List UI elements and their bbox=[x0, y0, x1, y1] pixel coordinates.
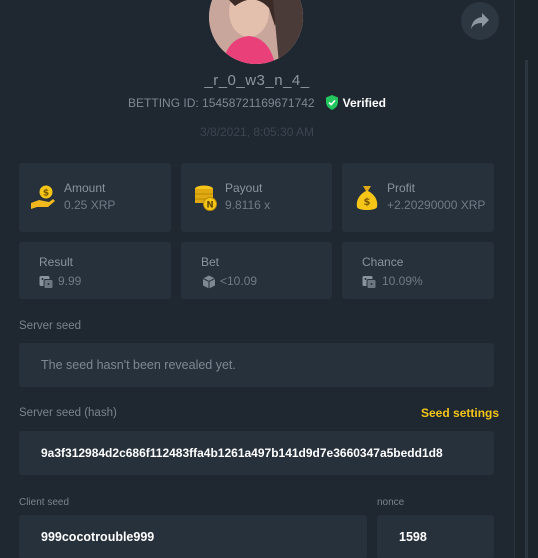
bet-label: Bet bbox=[201, 255, 220, 269]
verified-shield-icon bbox=[325, 95, 338, 110]
dice-icon bbox=[362, 276, 377, 289]
payout-label: Payout bbox=[225, 181, 263, 195]
server-seed-value: The seed hasn't been revealed yet. bbox=[41, 358, 236, 372]
server-seed-hash-value: 9a3f312984d2c686f112483ffa4b1261a497b141… bbox=[41, 446, 443, 460]
svg-text:N: N bbox=[206, 201, 213, 211]
server-seed-hash-label: Server seed (hash) bbox=[19, 407, 117, 419]
payout-value: 9.8116 x bbox=[225, 198, 271, 212]
cube-icon bbox=[202, 275, 216, 289]
profit-value: +2.20290000 XRP bbox=[387, 198, 486, 212]
username: _r_0_w3_n_4_ bbox=[204, 72, 310, 89]
server-seed-field: The seed hasn't been revealed yet. bbox=[19, 343, 494, 387]
server-seed-label: Server seed bbox=[19, 320, 82, 332]
amount-value: 0.25 XRP bbox=[64, 198, 116, 212]
client-seed-field[interactable]: 999cocotrouble999 bbox=[19, 515, 367, 558]
svg-text:$: $ bbox=[43, 189, 49, 199]
amount-label: Amount bbox=[64, 181, 106, 195]
nonce-value: 1598 bbox=[399, 530, 427, 544]
result-value: 9.99 bbox=[58, 274, 82, 288]
dice-icon bbox=[39, 276, 54, 289]
client-seed-label: Client seed bbox=[19, 497, 70, 508]
result-label: Result bbox=[39, 255, 74, 269]
nonce-field[interactable]: 1598 bbox=[377, 515, 494, 558]
share-button[interactable] bbox=[461, 2, 499, 40]
verified-badge: Verified bbox=[325, 95, 386, 110]
client-seed-value: 999cocotrouble999 bbox=[41, 530, 155, 544]
chance-label: Chance bbox=[362, 255, 404, 269]
profit-label: Profit bbox=[387, 181, 416, 195]
seed-settings-link[interactable]: Seed settings bbox=[421, 406, 499, 420]
result-card: Result 9.99 bbox=[19, 242, 171, 299]
scrollbar-track[interactable] bbox=[525, 60, 528, 558]
bet-date: 3/8/2021, 8:05:30 AM bbox=[199, 125, 315, 139]
bet-details-panel: _r_0_w3_n_4_ BETTING ID: 154587211696717… bbox=[0, 0, 514, 558]
bet-card: Bet <10.09 bbox=[181, 242, 332, 299]
payout-card: N Payout 9.8116 x bbox=[181, 163, 332, 232]
money-bag-icon: $ bbox=[31, 185, 55, 209]
betting-id: BETTING ID: 15458721169671742 bbox=[128, 95, 315, 110]
coin-stack-icon: N bbox=[195, 185, 217, 211]
money-sack-icon: $ bbox=[356, 186, 378, 210]
nonce-label: nonce bbox=[377, 497, 405, 508]
share-icon bbox=[471, 13, 489, 29]
profit-card: $ Profit +2.20290000 XRP bbox=[342, 163, 494, 232]
user-avatar bbox=[209, 0, 303, 64]
svg-text:$: $ bbox=[364, 197, 371, 208]
amount-card: $ Amount 0.25 XRP bbox=[19, 163, 171, 232]
server-seed-hash-field[interactable]: 9a3f312984d2c686f112483ffa4b1261a497b141… bbox=[19, 431, 494, 475]
verified-label: Verified bbox=[342, 95, 386, 110]
chance-card: Chance 10.09% bbox=[342, 242, 494, 299]
betting-id-row: BETTING ID: 15458721169671742 Verified bbox=[0, 95, 514, 110]
bet-value: <10.09 bbox=[220, 274, 258, 288]
chance-value: 10.09% bbox=[382, 274, 423, 288]
